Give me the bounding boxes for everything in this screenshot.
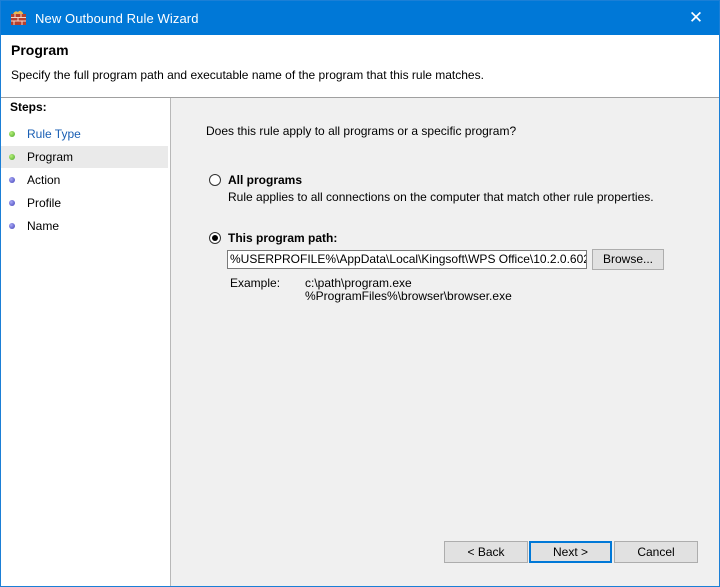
step-profile: Profile [1, 192, 168, 214]
wizard-header: Program Specify the full program path an… [1, 35, 719, 98]
firewall-icon [10, 10, 27, 26]
all-programs-description: Rule applies to all connections on the c… [228, 190, 654, 204]
all-programs-label[interactable]: All programs [228, 173, 302, 187]
main-panel: Does this rule apply to all programs or … [171, 98, 719, 586]
this-program-label[interactable]: This program path: [228, 231, 337, 245]
step-label[interactable]: Rule Type [27, 123, 81, 145]
title-bar[interactable]: New Outbound Rule Wizard ✕ [1, 1, 719, 35]
step-pending-icon [9, 177, 15, 183]
window-title: New Outbound Rule Wizard [35, 11, 199, 26]
steps-heading: Steps: [10, 100, 47, 114]
step-name: Name [1, 215, 168, 237]
step-action: Action [1, 169, 168, 191]
cancel-button[interactable]: Cancel [614, 541, 698, 563]
step-label: Name [27, 219, 60, 233]
back-button[interactable]: < Back [444, 541, 528, 563]
wizard-window: New Outbound Rule Wizard ✕ Program Speci… [0, 0, 720, 587]
this-program-radio[interactable] [209, 232, 221, 244]
question-text: Does this rule apply to all programs or … [206, 124, 517, 138]
close-icon[interactable]: ✕ [673, 1, 719, 35]
step-rule-type[interactable]: Rule Type [1, 123, 168, 145]
program-path-field[interactable]: %USERPROFILE%\AppData\Local\Kingsoft\WPS… [227, 250, 587, 269]
page-title: Program [11, 42, 69, 58]
step-current-icon [9, 154, 15, 160]
step-label: Action [27, 173, 61, 187]
step-completed-icon [9, 131, 15, 137]
step-pending-icon [9, 223, 15, 229]
browse-button[interactable]: Browse... [592, 249, 664, 270]
step-program: Program [1, 146, 168, 168]
example-line: %ProgramFiles%\browser\browser.exe [305, 289, 512, 303]
step-label: Program [27, 150, 74, 164]
step-label: Profile [27, 196, 62, 210]
example-label: Example: [230, 276, 281, 290]
all-programs-radio[interactable] [209, 174, 221, 186]
example-line: c:\path\program.exe [305, 276, 412, 290]
steps-panel: Steps: Rule Type Program Action Profile … [1, 98, 171, 586]
next-button[interactable]: Next > [529, 541, 612, 563]
step-pending-icon [9, 200, 15, 206]
page-description: Specify the full program path and execut… [11, 68, 484, 82]
